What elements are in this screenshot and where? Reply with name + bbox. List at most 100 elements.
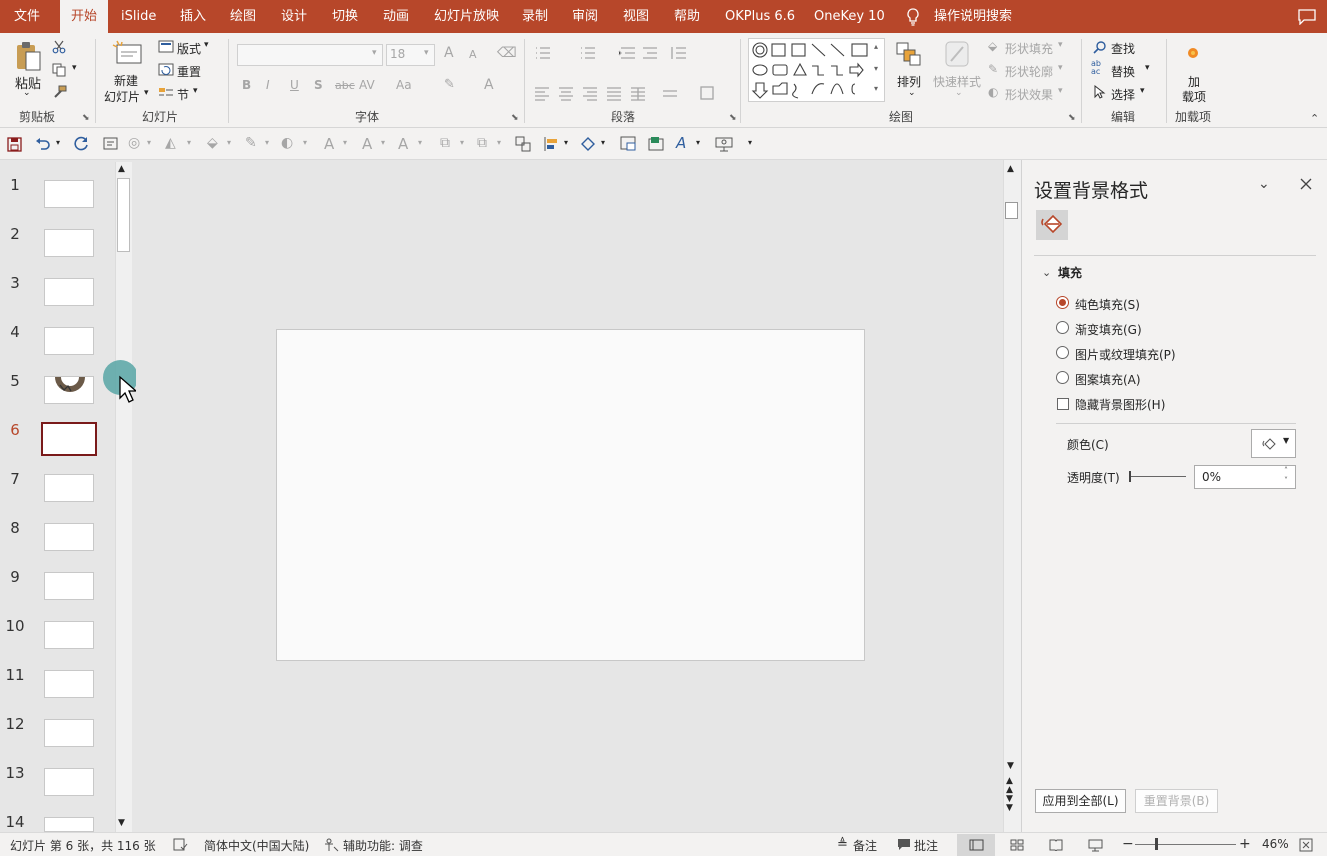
shrink-font-icon[interactable]: A [469,48,477,61]
dropdown-icon[interactable]: ▾ [147,138,151,147]
slide-sorter-icon[interactable] [1010,839,1024,851]
wordart-icon[interactable]: A [676,134,686,152]
slide-thumbnail[interactable] [44,817,94,832]
gallery-more-icon[interactable]: ▾ [874,84,878,93]
dropdown-icon[interactable]: ▾ [265,138,269,147]
format-painter-icon[interactable] [52,85,68,99]
tab-animations[interactable]: 动画 [383,0,409,33]
slide-thumbnail[interactable] [44,474,94,502]
arrange-dropdown-icon[interactable]: ⌄ [908,88,916,98]
transparency-slider-thumb[interactable] [1129,471,1131,482]
solid-fill-radio[interactable] [1056,296,1069,309]
slide-thumbnail[interactable] [44,229,94,257]
new-slide-icon[interactable] [111,39,143,67]
paste-icon[interactable] [14,40,44,74]
picture-fill-radio[interactable] [1056,346,1069,359]
underline-button[interactable]: U [290,78,299,92]
drawing-launcher-icon[interactable]: ⬊ [1068,113,1076,123]
dropdown-icon[interactable]: ▾ [418,138,422,147]
comments-icon[interactable] [897,838,911,851]
comment-icon[interactable] [1298,9,1316,25]
color-picker-button[interactable]: ▼ [1251,429,1296,458]
tab-record[interactable]: 录制 [522,0,548,33]
grow-font-icon[interactable]: A [444,45,454,61]
find-label[interactable]: 查找 [1111,40,1135,57]
select-icon[interactable] [1094,85,1106,99]
slide-thumbnail[interactable] [44,327,94,355]
zoom-slider[interactable] [1135,844,1236,845]
group-icon[interactable] [515,136,532,152]
clipboard-launcher-icon[interactable]: ⬊ [82,113,90,123]
copy-dropdown-icon[interactable]: ▾ [72,63,77,73]
section-collapse-icon[interactable]: ⌄ [1042,266,1051,279]
notes-button[interactable]: 备注 [853,837,877,854]
bold-button[interactable]: B [242,78,251,92]
dropdown-icon[interactable]: ▾ [497,138,501,147]
close-icon[interactable] [1300,178,1312,190]
new-slide-dropdown-icon[interactable]: ▾ [144,88,149,98]
dropdown-icon[interactable]: ▾ [564,138,568,147]
editor-scrollbar[interactable] [1003,160,1021,832]
dropdown-icon[interactable]: ▾ [227,138,231,147]
font-color-icon[interactable]: A [484,77,494,93]
search-tell-me[interactable]: 操作说明搜索 [934,0,1012,33]
slide-canvas[interactable] [276,329,865,661]
shape-fill-label[interactable]: 形状填充 [1005,40,1053,57]
shape-outline-dropdown-icon[interactable]: ▾ [1058,63,1063,73]
bring-forward-icon[interactable]: ⧉ [440,135,450,151]
textbox-icon[interactable] [103,137,118,150]
reset-background-button[interactable]: 重置背景(B) [1135,789,1218,813]
section-icon[interactable] [158,86,174,99]
presenter-icon[interactable] [715,136,733,152]
shape-outline-icon[interactable]: ✎ [988,62,998,76]
layout-icon[interactable] [158,40,174,53]
editor-scroll-down-icon[interactable]: ▼ [1007,761,1014,771]
replace-dropdown-icon[interactable]: ▾ [1145,63,1150,73]
picture-icon[interactable] [620,136,637,152]
shapes-icons[interactable] [749,39,884,101]
gradient-fill-radio[interactable] [1056,321,1069,334]
slide-thumbnail[interactable] [44,180,94,208]
editor-scroll-up-icon[interactable]: ▲ [1007,164,1014,174]
text-effect-icon[interactable]: A [398,135,408,153]
align-icon[interactable]: ◭ [165,135,176,151]
shape-merge-icon[interactable]: ◎ [128,135,140,151]
change-case-button[interactable]: Aa [396,78,412,92]
shape-outline-label[interactable]: 形状轮廓 [1005,63,1053,80]
undo-dropdown-icon[interactable]: ▾ [56,138,60,147]
slide-thumbnail[interactable] [44,376,94,404]
scroll-down-icon[interactable]: ▼ [118,818,125,828]
eraser-icon[interactable]: ◐ [281,135,293,151]
apply-to-all-button[interactable]: 应用到全部(L) [1035,789,1126,813]
align-objects-icon[interactable] [543,136,560,152]
slide-thumbnail[interactable] [44,621,94,649]
section-label[interactable]: 节 [177,86,189,103]
tab-transitions[interactable]: 切换 [332,0,358,33]
slide-thumbnail[interactable] [44,572,94,600]
paragraph-launcher-icon[interactable]: ⬊ [729,113,737,123]
tab-draw[interactable]: 绘图 [230,0,256,33]
find-icon[interactable] [1093,41,1106,54]
text-outline-icon[interactable]: A [362,135,372,153]
pattern-fill-label[interactable]: 图案填充(A) [1075,371,1141,388]
picture-fill-label[interactable]: 图片或纹理填充(P) [1075,346,1176,363]
shapes-gallery[interactable] [748,38,885,102]
fill-section-header[interactable]: 填充 [1058,264,1082,281]
reset-label[interactable]: 重置 [177,63,201,80]
reading-view-icon[interactable] [1049,839,1063,851]
layout-dropdown-icon[interactable]: ▾ [204,40,209,50]
next-slide-icon[interactable]: ▼ ▼ [1006,795,1013,813]
spin-buttons-icon[interactable]: ˄ ˅ [1284,466,1288,486]
slide-thumbnail[interactable] [44,670,94,698]
select-label[interactable]: 选择 [1111,86,1135,103]
slide-thumbnail[interactable] [44,523,94,551]
quick-styles-dropdown-icon[interactable]: ⌄ [955,88,963,98]
new-slide-label-1[interactable]: 新建 [114,72,138,89]
section-dropdown-icon[interactable]: ▾ [193,86,198,96]
customize-qat-icon[interactable]: ▾ [748,138,752,147]
strikethrough-button[interactable]: abc [335,79,355,92]
pen-icon[interactable]: ✎ [245,135,257,151]
font-name-input[interactable] [237,44,383,66]
shape-fill-dropdown-icon[interactable]: ▾ [1058,40,1063,50]
font-size-dropdown-icon[interactable]: ▾ [424,48,429,58]
